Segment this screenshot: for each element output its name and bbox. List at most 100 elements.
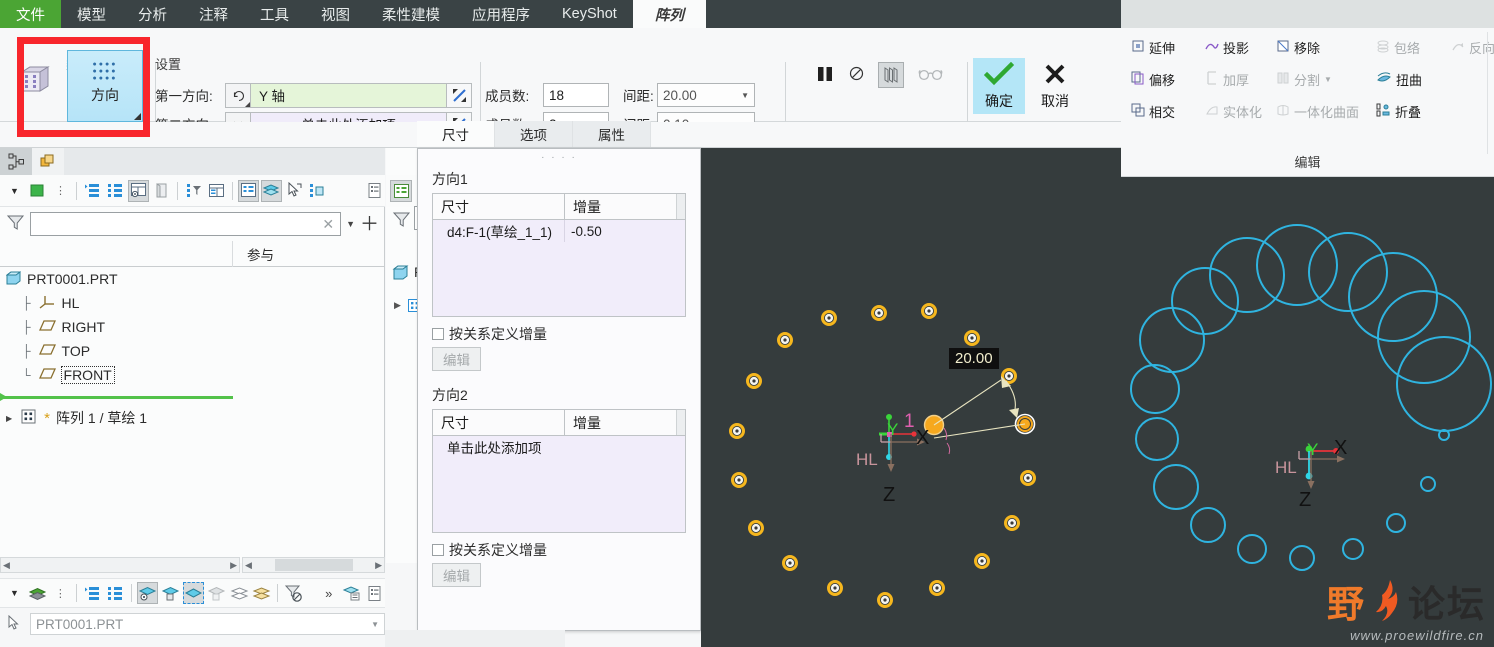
- pattern-member-point[interactable]: [877, 592, 893, 608]
- scroll-right-icon[interactable]: ▶: [375, 560, 382, 571]
- pattern-member-point[interactable]: [827, 580, 843, 596]
- collapse-all-icon[interactable]: [105, 180, 126, 202]
- edit-fold[interactable]: 折叠: [1376, 102, 1421, 121]
- pattern-member-point[interactable]: [821, 310, 837, 326]
- layer-stack-icon[interactable]: [260, 179, 282, 202]
- rotate-icon[interactable]: [225, 82, 251, 108]
- layer-stack-plain-icon[interactable]: [229, 582, 250, 604]
- menu-item-7[interactable]: 应用程序: [456, 0, 546, 28]
- direction2-add-item-placeholder[interactable]: 单击此处添加项: [433, 436, 542, 458]
- model-tree-search-input[interactable]: ✕: [30, 212, 342, 236]
- direction1-table-empty-area[interactable]: [433, 242, 685, 316]
- direction1-table-scrollbar[interactable]: [676, 194, 685, 219]
- tab-model-tree[interactable]: [0, 148, 32, 175]
- layer-isolate-icon[interactable]: [160, 582, 181, 604]
- pattern-member-point[interactable]: [929, 580, 945, 596]
- cancel-button[interactable]: 取消: [1029, 58, 1081, 114]
- pattern-member-point[interactable]: [782, 555, 798, 571]
- pattern-spacing-dimension-label[interactable]: 20.00: [949, 348, 999, 369]
- edit-intersect[interactable]: 相交: [1131, 102, 1175, 121]
- tree-filter-chevron-icon[interactable]: ▼: [4, 180, 25, 202]
- pattern-circle[interactable]: [1256, 224, 1338, 306]
- preview-mesh-icon[interactable]: [878, 62, 904, 88]
- direction1-relation-checkbox[interactable]: 按关系定义增量: [418, 317, 700, 347]
- graphics-viewport-left[interactable]: Y X Z HL 1 20.00: [701, 148, 1121, 647]
- layer-properties-icon[interactable]: [341, 582, 362, 604]
- table-row[interactable]: 单击此处添加项: [433, 436, 685, 458]
- pattern-circle[interactable]: [1153, 464, 1199, 510]
- tree-node-hl[interactable]: ├ HL: [0, 291, 385, 315]
- part-cube-icon[interactable]: [27, 180, 48, 202]
- secondary-tree-columns-icon[interactable]: [390, 180, 412, 202]
- edit-thicken[interactable]: 加厚: [1205, 70, 1249, 89]
- layer-filter-off-icon[interactable]: [283, 582, 304, 604]
- tree-column-config-icon[interactable]: [206, 180, 227, 202]
- edit-solidify[interactable]: 实体化: [1205, 102, 1262, 121]
- pattern-member-point[interactable]: [746, 373, 762, 389]
- menu-item-4[interactable]: 工具: [244, 0, 305, 28]
- layer-more-icon[interactable]: »: [318, 582, 339, 604]
- pattern-type-direction-tile[interactable]: ●●●● ●●●● ●●●● 方向: [67, 50, 143, 122]
- pattern-circle[interactable]: [1135, 417, 1179, 461]
- layer-report-icon[interactable]: [364, 582, 385, 604]
- subtab-0[interactable]: 尺寸: [417, 121, 495, 147]
- menu-item-2[interactable]: 分析: [122, 0, 183, 28]
- tree-column-scrollbar[interactable]: ◀ ▶: [242, 557, 385, 573]
- tree-list-view-icon[interactable]: [237, 179, 259, 202]
- tree-report-icon[interactable]: [364, 180, 385, 202]
- edit-remove[interactable]: 移除: [1276, 38, 1320, 57]
- tree-group-icon[interactable]: [307, 180, 328, 202]
- checkbox-box[interactable]: [432, 544, 444, 556]
- tree-overflow-icon[interactable]: ⋮: [50, 180, 71, 202]
- pattern-circle[interactable]: [1237, 534, 1267, 564]
- layer-chevron-icon[interactable]: ▼: [4, 582, 25, 604]
- pattern-member-point[interactable]: [964, 330, 980, 346]
- tree-columns-display-icon[interactable]: [127, 179, 149, 202]
- tree-node-11[interactable]: ▶ * 阵列 1 / 草绘 1: [0, 406, 385, 430]
- ribbon-tab-pattern[interactable]: 阵列: [632, 0, 706, 28]
- pattern-circle[interactable]: [1171, 267, 1239, 335]
- checkbox-box[interactable]: [432, 328, 444, 340]
- menu-item-8[interactable]: KeyShot: [546, 0, 633, 28]
- tree-filter-settings-icon[interactable]: [183, 180, 204, 202]
- edit-warp[interactable]: 扭曲: [1376, 70, 1422, 89]
- direction2-relation-checkbox[interactable]: 按关系定义增量: [418, 533, 700, 563]
- menu-item-0[interactable]: 文件: [0, 0, 61, 28]
- layers-icon[interactable]: [27, 582, 48, 604]
- subtab-1[interactable]: 选项: [495, 121, 573, 147]
- dialog-drag-grip[interactable]: · · · ·: [418, 149, 700, 165]
- graphics-viewport-right[interactable]: Y X Z HL 野 论 坛 www.proewildfire.cn: [1121, 177, 1494, 647]
- pattern-member-point[interactable]: [921, 303, 937, 319]
- pattern-circle[interactable]: [1130, 364, 1180, 414]
- scroll-left-icon[interactable]: ◀: [245, 560, 252, 571]
- scroll-right-icon[interactable]: ▶: [230, 560, 237, 571]
- tree-node-top[interactable]: ├ TOP: [0, 339, 385, 363]
- funnel-icon[interactable]: [6, 213, 25, 235]
- pattern-circle[interactable]: [1289, 545, 1315, 571]
- expand-all-icon[interactable]: [82, 180, 103, 202]
- direction2-table-empty-area[interactable]: [433, 458, 685, 532]
- menu-item-5[interactable]: 视图: [305, 0, 366, 28]
- scroll-left-icon[interactable]: ◀: [3, 560, 10, 571]
- secondary-funnel-icon[interactable]: [392, 210, 411, 232]
- pattern-circle[interactable]: [1190, 507, 1226, 543]
- direction1-edit-button[interactable]: 编辑: [432, 347, 481, 371]
- pattern-circle[interactable]: [1342, 538, 1364, 560]
- pattern-member-point[interactable]: [1001, 368, 1017, 384]
- clear-search-icon[interactable]: ✕: [322, 216, 334, 233]
- pattern-circle[interactable]: [1386, 513, 1406, 533]
- pattern-member-point[interactable]: [1020, 470, 1036, 486]
- pattern-member-point[interactable]: [974, 553, 990, 569]
- edit-wrap[interactable]: 包络: [1376, 38, 1420, 57]
- direction2-edit-button[interactable]: 编辑: [432, 563, 481, 587]
- pattern-circle[interactable]: [1420, 476, 1436, 492]
- pattern-member-point[interactable]: [777, 332, 793, 348]
- layer-stack-yellow-icon[interactable]: [251, 582, 272, 604]
- pattern-circle[interactable]: [1377, 290, 1471, 384]
- tree-node-right[interactable]: ├ RIGHT: [0, 315, 385, 339]
- pattern-circle[interactable]: [1209, 237, 1285, 313]
- edit-merge-surface[interactable]: 一体化曲面: [1276, 102, 1359, 121]
- pattern-circle[interactable]: [1139, 307, 1205, 373]
- ok-button[interactable]: 确定: [973, 58, 1025, 114]
- pattern-member-point[interactable]: [748, 520, 764, 536]
